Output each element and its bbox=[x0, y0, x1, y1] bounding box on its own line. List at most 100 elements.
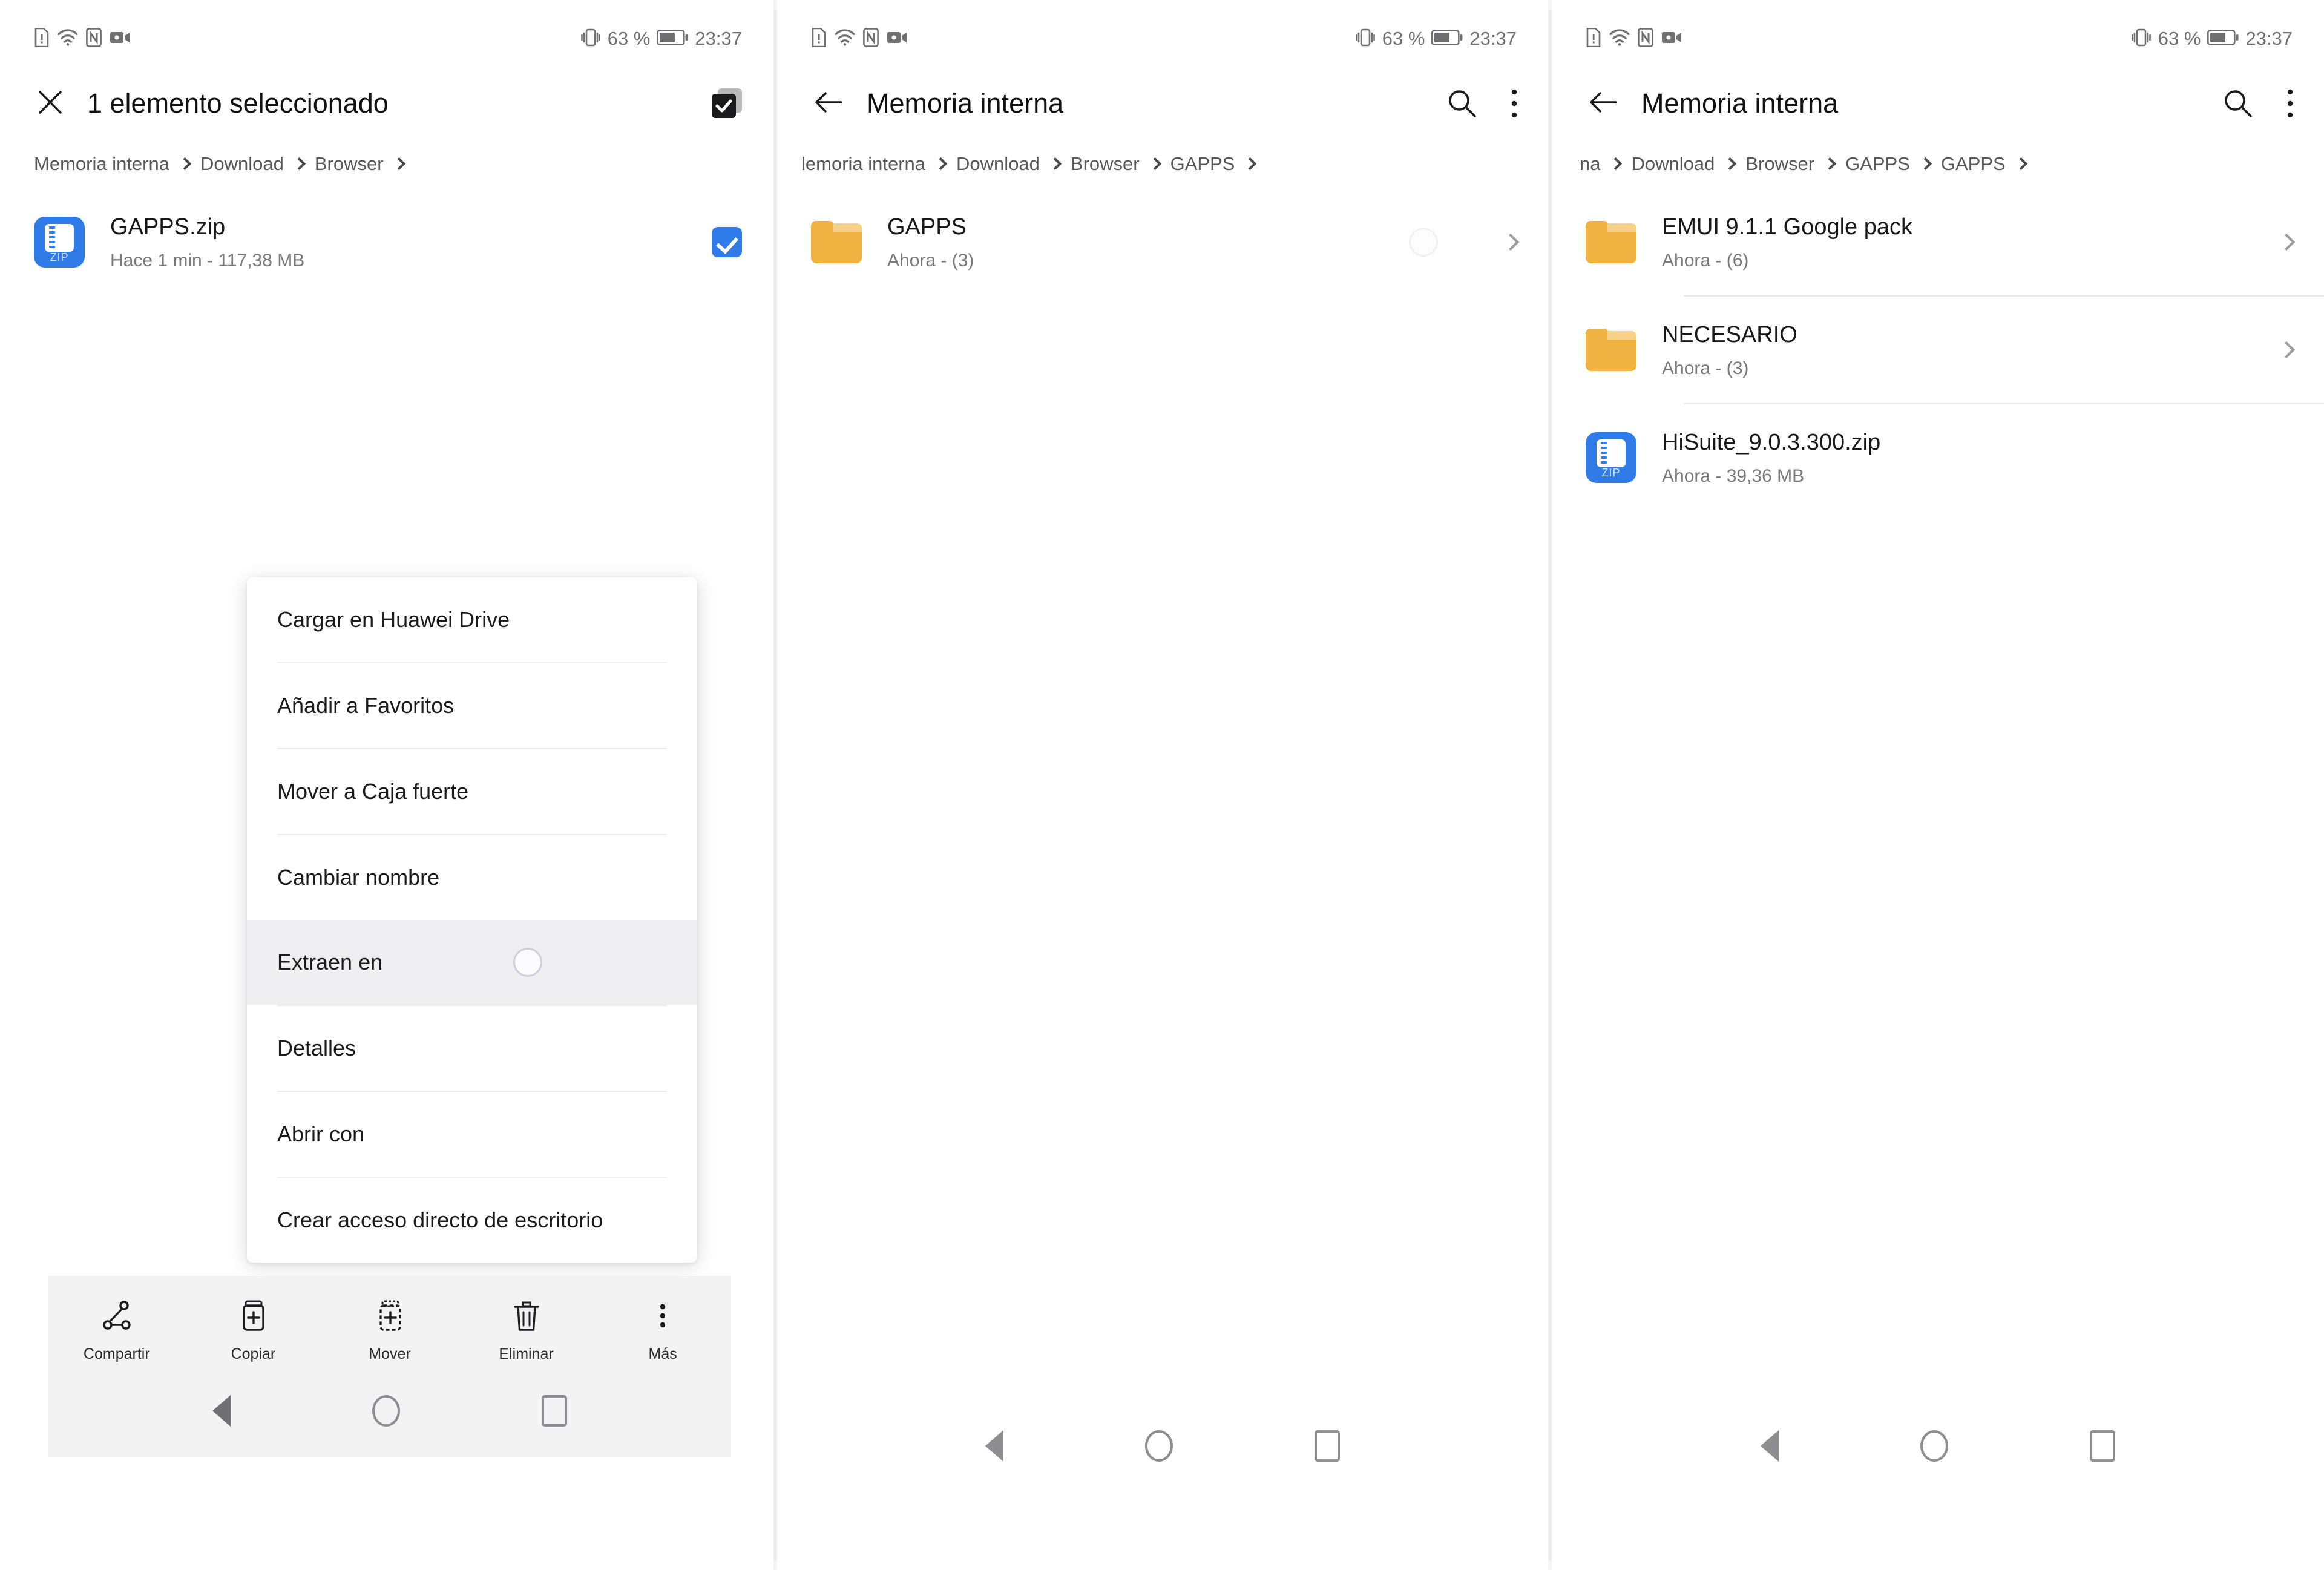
list-item-texts: GAPPS.zip Hace 1 min - 117,38 MB bbox=[110, 213, 304, 271]
menu-item-label: Extraen en bbox=[277, 950, 383, 974]
close-icon[interactable] bbox=[36, 88, 64, 119]
wifi-icon bbox=[1609, 28, 1630, 49]
menu-item-create-desktop-shortcut[interactable]: Crear acceso directo de escritorio bbox=[247, 1178, 697, 1263]
chevron-right-icon bbox=[1048, 157, 1062, 170]
list-item-texts: NECESARIO Ahora - (3) bbox=[1662, 321, 1797, 379]
status-bar: 63 % 23:37 bbox=[0, 10, 773, 68]
breadcrumb-item[interactable]: Memoria interna bbox=[34, 153, 169, 175]
list-item[interactable]: GAPPS Ahora - (3) bbox=[777, 189, 1548, 295]
menu-item-upload-huawei-drive[interactable]: Cargar en Huawei Drive bbox=[247, 577, 697, 662]
recents-nav-icon[interactable] bbox=[2090, 1430, 2115, 1462]
list-item[interactable]: EMUI 9.1.1 Google pack Ahora - (6) bbox=[1552, 189, 2324, 295]
list-item-tail bbox=[712, 227, 742, 257]
back-nav-icon[interactable] bbox=[985, 1430, 1003, 1462]
battery-percent-label: 63 % bbox=[2158, 28, 2201, 49]
home-nav-icon[interactable] bbox=[1145, 1430, 1173, 1462]
panel-selection-mode: 63 % 23:37 1 elemento seleccionado Memor… bbox=[0, 0, 773, 1570]
recents-nav-icon[interactable] bbox=[1315, 1430, 1340, 1462]
move-button[interactable]: Mover bbox=[332, 1299, 447, 1363]
select-all-icon[interactable] bbox=[709, 86, 744, 121]
file-meta: Ahora - 39,36 MB bbox=[1662, 465, 1805, 486]
home-nav-icon[interactable] bbox=[1920, 1430, 1948, 1462]
chevron-right-icon bbox=[178, 157, 192, 170]
screen-record-icon bbox=[1661, 30, 1682, 48]
chevron-right-icon bbox=[1919, 157, 1932, 170]
wifi-icon bbox=[835, 28, 855, 49]
chevron-right-icon bbox=[392, 157, 405, 170]
home-nav-icon[interactable] bbox=[372, 1395, 400, 1427]
status-left-icons bbox=[34, 27, 130, 50]
menu-item-open-with[interactable]: Abrir con bbox=[247, 1092, 697, 1177]
list-item[interactable]: ZIP HiSuite_9.0.3.300.zip Ahora - 39,36 … bbox=[1552, 404, 2324, 511]
menu-item-label: Mover a Caja fuerte bbox=[277, 779, 469, 804]
more-vertical-icon[interactable] bbox=[1509, 88, 1519, 119]
breadcrumb-item[interactable]: Browser bbox=[1071, 153, 1140, 175]
copy-icon bbox=[236, 1299, 270, 1336]
more-vertical-icon[interactable] bbox=[2285, 88, 2295, 119]
recents-nav-icon[interactable] bbox=[542, 1395, 567, 1427]
menu-item-extract-to[interactable]: Extraen en bbox=[247, 920, 697, 1005]
list-item-tail bbox=[2277, 341, 2296, 359]
list-item[interactable]: NECESARIO Ahora - (3) bbox=[1552, 297, 2324, 403]
search-icon[interactable] bbox=[2222, 88, 2254, 119]
delete-button[interactable]: Eliminar bbox=[469, 1299, 584, 1363]
menu-item-add-favorites[interactable]: Añadir a Favoritos bbox=[247, 663, 697, 748]
chevron-right-icon bbox=[1823, 157, 1837, 170]
clock-label: 23:37 bbox=[2245, 28, 2293, 49]
status-right-group: 63 % 23:37 bbox=[2131, 28, 2293, 50]
selection-app-bar: 1 elemento seleccionado bbox=[0, 68, 773, 139]
menu-item-label: Crear acceso directo de escritorio bbox=[277, 1207, 603, 1232]
menu-item-label: Abrir con bbox=[277, 1122, 365, 1146]
chevron-right-icon[interactable] bbox=[2277, 233, 2296, 251]
breadcrumb-item[interactable]: Download bbox=[956, 153, 1040, 175]
action-buttons: Compartir Copiar Mover Eliminar Más bbox=[48, 1276, 731, 1363]
share-button[interactable]: Compartir bbox=[59, 1299, 174, 1363]
chevron-right-icon bbox=[1148, 157, 1161, 170]
back-arrow-icon[interactable] bbox=[1588, 89, 1618, 119]
menu-item-details[interactable]: Detalles bbox=[247, 1006, 697, 1091]
breadcrumb: lemoria interna Download Browser GAPPS bbox=[777, 139, 1548, 189]
breadcrumb-item[interactable]: Browser bbox=[1745, 153, 1814, 175]
vibrate-icon bbox=[2131, 28, 2152, 50]
nfc-icon bbox=[1638, 27, 1653, 50]
breadcrumb-item[interactable]: GAPPS bbox=[1170, 153, 1235, 175]
back-nav-icon[interactable] bbox=[212, 1395, 231, 1427]
file-meta: Hace 1 min - 117,38 MB bbox=[110, 250, 305, 271]
chevron-right-icon[interactable] bbox=[1502, 233, 1520, 251]
folder-name: EMUI 9.1.1 Google pack bbox=[1662, 214, 1912, 240]
zip-icon-label: ZIP bbox=[50, 251, 69, 263]
folder-meta: Ahora - (6) bbox=[1662, 250, 1749, 271]
chevron-right-icon bbox=[1609, 157, 1623, 170]
action-label: Compartir bbox=[83, 1345, 150, 1362]
status-right-group: 63 % 23:37 bbox=[580, 28, 742, 50]
breadcrumb-item[interactable]: Download bbox=[1631, 153, 1715, 175]
breadcrumb-item[interactable]: Browser bbox=[315, 153, 384, 175]
folder-meta: Ahora - (3) bbox=[887, 250, 974, 271]
breadcrumb-item[interactable]: GAPPS bbox=[1845, 153, 1910, 175]
panel-gapps-folder: 63 % 23:37 Memoria interna lemoria inter… bbox=[777, 0, 1548, 1570]
breadcrumb-item[interactable]: na bbox=[1580, 153, 1600, 175]
copy-button[interactable]: Copiar bbox=[195, 1299, 310, 1363]
item-checkbox[interactable] bbox=[712, 227, 742, 257]
move-icon bbox=[373, 1299, 407, 1336]
search-icon[interactable] bbox=[1446, 88, 1478, 119]
clock-label: 23:37 bbox=[1469, 28, 1517, 49]
battery-percent-label: 63 % bbox=[1382, 28, 1425, 49]
chevron-right-icon[interactable] bbox=[2277, 341, 2296, 359]
file-list: ZIP GAPPS.zip Hace 1 min - 117,38 MB bbox=[0, 189, 773, 295]
back-nav-icon[interactable] bbox=[1761, 1430, 1779, 1462]
menu-item-label: Cambiar nombre bbox=[277, 865, 440, 890]
more-vertical-icon bbox=[646, 1299, 680, 1336]
breadcrumb-item[interactable]: GAPPS bbox=[1941, 153, 2006, 175]
delete-icon bbox=[510, 1299, 543, 1336]
system-nav-bar bbox=[777, 1407, 1548, 1485]
screen-record-icon bbox=[887, 30, 907, 48]
back-arrow-icon[interactable] bbox=[813, 89, 844, 119]
breadcrumb-item[interactable]: lemoria interna bbox=[801, 153, 925, 175]
nfc-icon bbox=[86, 27, 102, 50]
breadcrumb-item[interactable]: Download bbox=[200, 153, 284, 175]
menu-item-rename[interactable]: Cambiar nombre bbox=[247, 835, 697, 920]
menu-item-move-to-safe[interactable]: Mover a Caja fuerte bbox=[247, 749, 697, 834]
more-button[interactable]: Más bbox=[605, 1299, 720, 1363]
list-item[interactable]: ZIP GAPPS.zip Hace 1 min - 117,38 MB bbox=[0, 189, 773, 295]
